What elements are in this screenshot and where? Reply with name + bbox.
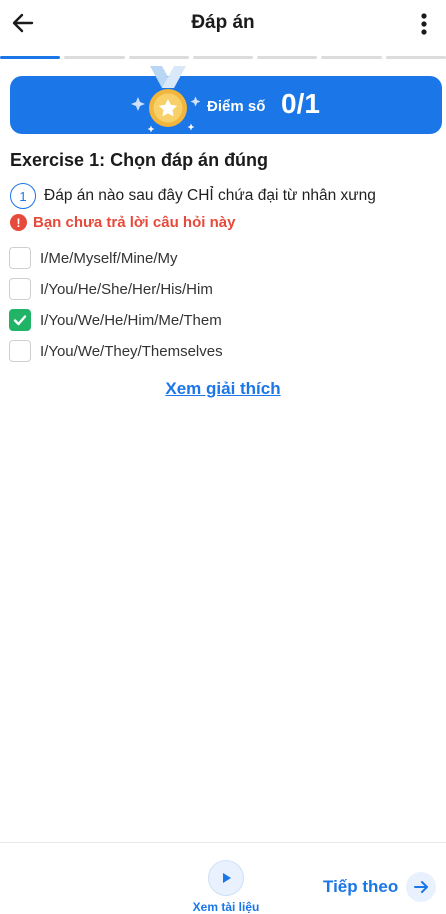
option-label: I/You/We/He/Him/Me/Them <box>40 311 222 329</box>
arrow-right-icon <box>406 872 437 902</box>
question-row: 1 Đáp án nào sau đây CHỈ chứa đại từ nhâ… <box>10 183 376 209</box>
answer-option[interactable]: I/You/He/She/Her/His/Him <box>9 278 223 300</box>
next-button[interactable]: Tiếp theo <box>323 872 437 902</box>
progress-segment <box>385 56 446 59</box>
progress-segment <box>192 56 254 59</box>
bottom-divider <box>0 842 446 843</box>
header: Đáp án <box>0 0 446 48</box>
checkbox[interactable] <box>9 278 31 300</box>
progress-segment <box>257 56 318 59</box>
checkbox[interactable] <box>9 340 31 362</box>
next-label: Tiếp theo <box>323 877 399 896</box>
answer-option[interactable]: I/Me/Myself/Mine/My <box>9 247 223 269</box>
progress-segment <box>321 56 382 59</box>
progress-segment <box>128 56 189 59</box>
view-material-button[interactable]: Xem tài liệu <box>186 858 266 914</box>
score-value: 0/1 <box>281 88 320 119</box>
medal-icon <box>131 66 201 133</box>
more-vertical-icon <box>421 13 427 35</box>
answer-option[interactable]: I/You/We/They/Themselves <box>9 340 223 362</box>
view-material-label: Xem tài liệu <box>192 900 260 914</box>
question-number-badge: 1 <box>10 183 36 209</box>
checkbox-checked[interactable] <box>9 309 31 331</box>
answer-option[interactable]: I/You/We/He/Him/Me/Them <box>9 309 223 331</box>
answer-options: I/Me/Myself/Mine/My I/You/He/She/Her/His… <box>9 247 223 371</box>
unanswered-warning: ! Bạn chưa trả lời câu hỏi này <box>10 214 235 231</box>
progress-segment <box>0 56 61 59</box>
play-button[interactable] <box>208 860 244 896</box>
option-label: I/You/We/They/Themselves <box>40 342 223 360</box>
option-label: I/You/He/She/Her/His/Him <box>40 280 213 298</box>
check-icon <box>13 315 27 326</box>
checkbox[interactable] <box>9 247 31 269</box>
option-label: I/Me/Myself/Mine/My <box>40 249 178 267</box>
progress-segment <box>64 56 125 59</box>
question-text: Đáp án nào sau đây CHỈ chứa đại từ nhân … <box>44 187 376 204</box>
answer-screen: Đáp án Điểm số 0/1 Exercise 1: Chọn đáp … <box>0 0 446 914</box>
more-menu-button[interactable] <box>414 10 434 38</box>
alert-icon: ! <box>10 214 27 231</box>
exercise-title: Exercise 1: Chọn đáp án đúng <box>10 150 269 170</box>
play-icon <box>223 873 231 883</box>
score-banner: Điểm số 0/1 <box>10 66 442 134</box>
warning-text: Bạn chưa trả lời câu hỏi này <box>33 214 236 231</box>
page-title: Đáp án <box>191 12 255 33</box>
view-explanation-link[interactable]: Xem giải thích <box>0 379 446 399</box>
score-label: Điểm số <box>207 98 266 115</box>
question-progress <box>0 56 446 60</box>
